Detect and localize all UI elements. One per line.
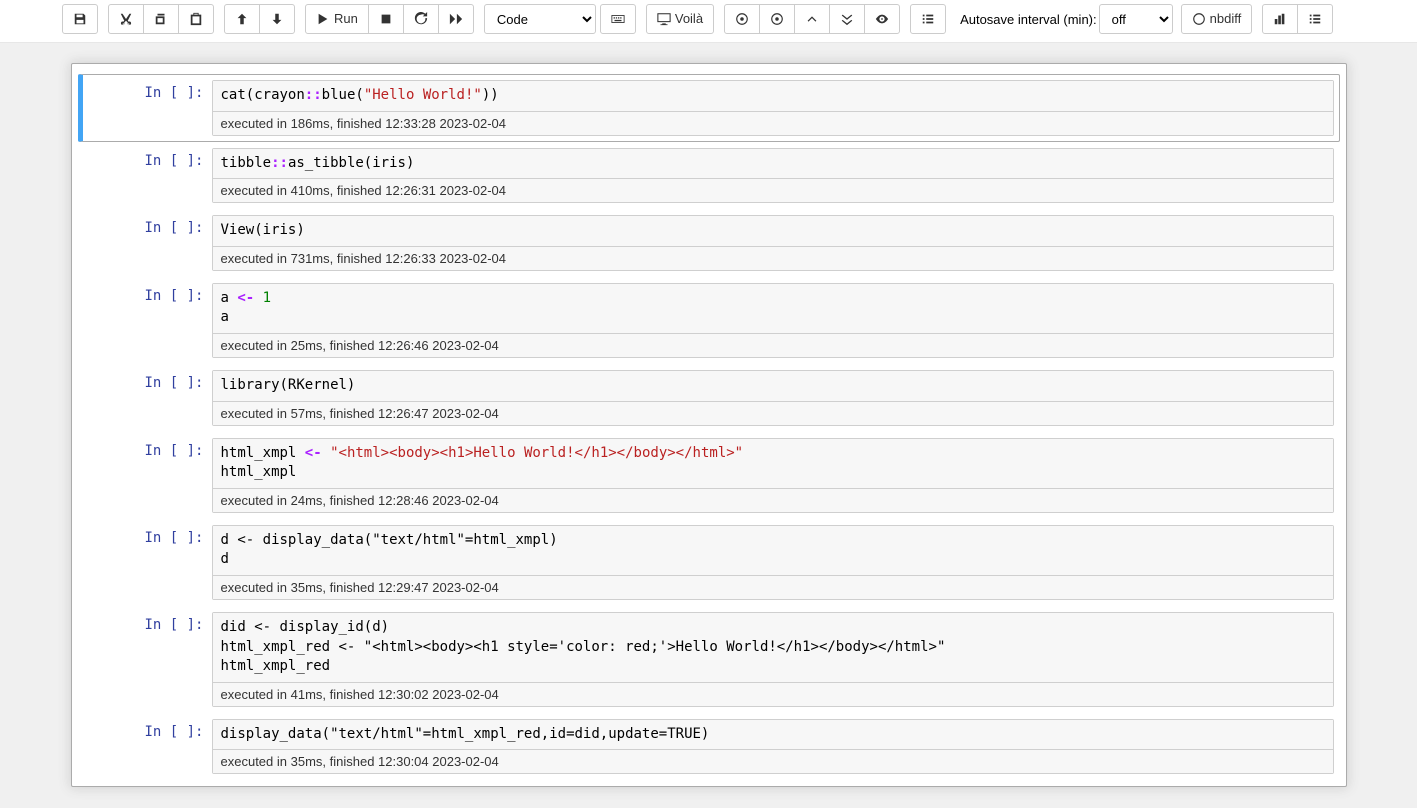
cell-body: cat(crayon::blue("Hello World!"))execute… [212,80,1334,136]
code-input[interactable]: html_xmpl <- "<html><body><h1>Hello Worl… [213,439,1333,488]
list-button-2[interactable] [1297,4,1333,34]
cut-button[interactable] [108,4,144,34]
code-input[interactable]: cat(crayon::blue("Hello World!")) [213,81,1333,111]
input-prompt: In [ ]: [88,80,212,136]
code-input[interactable]: tibble::as_tibble(iris) [213,149,1333,179]
arrow-up-icon [235,12,249,26]
target-icon [770,12,784,26]
run-button[interactable]: Run [305,4,369,34]
code-cell[interactable]: In [ ]:library(RKernel)executed in 57ms,… [78,364,1340,432]
bar-chart-icon [1273,12,1287,26]
command-palette-button[interactable] [600,4,636,34]
execution-timing: executed in 35ms, finished 12:29:47 2023… [213,575,1333,599]
voila-button[interactable]: Voilà [646,4,714,34]
cell-body: did <- display_id(d) html_xmpl_red <- "<… [212,612,1334,707]
input-prompt: In [ ]: [84,283,212,358]
execution-timing: executed in 41ms, finished 12:30:02 2023… [213,682,1333,706]
paste-icon [189,12,203,26]
execution-timing: executed in 731ms, finished 12:26:33 202… [213,246,1333,270]
voila-label: Voilà [675,10,703,28]
double-chevron-down-icon [840,12,854,26]
input-prompt: In [ ]: [84,719,212,775]
code-cell[interactable]: In [ ]:display_data("text/html"=html_xmp… [78,713,1340,781]
execution-timing: executed in 410ms, finished 12:26:31 202… [213,178,1333,202]
list-button[interactable] [910,4,946,34]
move-down-button[interactable] [259,4,295,34]
desktop-icon [657,12,671,26]
notebook: In [ ]:cat(crayon::blue("Hello World!"))… [71,63,1347,787]
nbdiff-label: nbdiff [1210,10,1242,28]
code-cell[interactable]: In [ ]:did <- display_id(d) html_xmpl_re… [78,606,1340,713]
code-input[interactable]: display_data("text/html"=html_xmpl_red,i… [213,720,1333,750]
fast-forward-icon [449,12,463,26]
input-prompt: In [ ]: [84,612,212,707]
arrow-down-icon [270,12,284,26]
copy-button[interactable] [143,4,179,34]
list-icon [1308,12,1322,26]
execution-timing: executed in 35ms, finished 12:30:04 2023… [213,749,1333,773]
cell-body: View(iris)executed in 731ms, finished 12… [212,215,1334,271]
code-input[interactable]: did <- display_id(d) html_xmpl_red <- "<… [213,613,1333,682]
collapse-up-button[interactable] [794,4,830,34]
move-up-button[interactable] [224,4,260,34]
stop-icon [379,12,393,26]
save-button[interactable] [62,4,98,34]
input-prompt: In [ ]: [84,215,212,271]
list-icon [921,12,935,26]
input-prompt: In [ ]: [84,525,212,600]
cut-icon [119,12,133,26]
circle-icon [1192,12,1206,26]
celltype-select[interactable]: CodeMarkdownRaw NBConvertHeading [484,4,596,34]
eye-icon [875,12,889,26]
stop-button[interactable] [368,4,404,34]
code-input[interactable]: View(iris) [213,216,1333,246]
cell-body: display_data("text/html"=html_xmpl_red,i… [212,719,1334,775]
autosave-label: Autosave interval (min): [960,12,1097,27]
copy-icon [154,12,168,26]
preview-button[interactable] [864,4,900,34]
cell-body: a <- 1 aexecuted in 25ms, finished 12:26… [212,283,1334,358]
input-prompt: In [ ]: [84,370,212,426]
restart-run-all-button[interactable] [438,4,474,34]
code-cell[interactable]: In [ ]:d <- display_data("text/html"=htm… [78,519,1340,606]
input-prompt: In [ ]: [84,438,212,513]
input-prompt: In [ ]: [84,148,212,204]
nbdiff-button[interactable]: nbdiff [1181,4,1253,34]
run-icon [316,12,330,26]
bar-chart-button[interactable] [1262,4,1298,34]
main-toolbar: Run CodeMarkdownRaw NBConvertHeading Voi… [0,0,1417,43]
target-icon [735,12,749,26]
target-button-2[interactable] [759,4,795,34]
notebook-container: In [ ]:cat(crayon::blue("Hello World!"))… [0,43,1417,808]
cell-body: library(RKernel)executed in 57ms, finish… [212,370,1334,426]
keyboard-icon [611,12,625,26]
cell-body: tibble::as_tibble(iris)executed in 410ms… [212,148,1334,204]
cell-body: d <- display_data("text/html"=html_xmpl)… [212,525,1334,600]
code-cell[interactable]: In [ ]:tibble::as_tibble(iris)executed i… [78,142,1340,210]
execution-timing: executed in 57ms, finished 12:26:47 2023… [213,401,1333,425]
save-icon [73,12,87,26]
run-label: Run [334,10,358,28]
restart-button[interactable] [403,4,439,34]
code-input[interactable]: a <- 1 a [213,284,1333,333]
code-cell[interactable]: In [ ]:a <- 1 aexecuted in 25ms, finishe… [78,277,1340,364]
execution-timing: executed in 25ms, finished 12:26:46 2023… [213,333,1333,357]
code-cell[interactable]: In [ ]:View(iris)executed in 731ms, fini… [78,209,1340,277]
restart-icon [414,12,428,26]
code-cell[interactable]: In [ ]:html_xmpl <- "<html><body><h1>Hel… [78,432,1340,519]
chevron-up-icon [805,12,819,26]
autosave-select[interactable]: off [1099,4,1173,34]
paste-button[interactable] [178,4,214,34]
execution-timing: executed in 24ms, finished 12:28:46 2023… [213,488,1333,512]
code-input[interactable]: library(RKernel) [213,371,1333,401]
execution-timing: executed in 186ms, finished 12:33:28 202… [213,111,1333,135]
target-button-1[interactable] [724,4,760,34]
code-input[interactable]: d <- display_data("text/html"=html_xmpl)… [213,526,1333,575]
expand-down-button[interactable] [829,4,865,34]
cell-body: html_xmpl <- "<html><body><h1>Hello Worl… [212,438,1334,513]
code-cell[interactable]: In [ ]:cat(crayon::blue("Hello World!"))… [78,74,1340,142]
